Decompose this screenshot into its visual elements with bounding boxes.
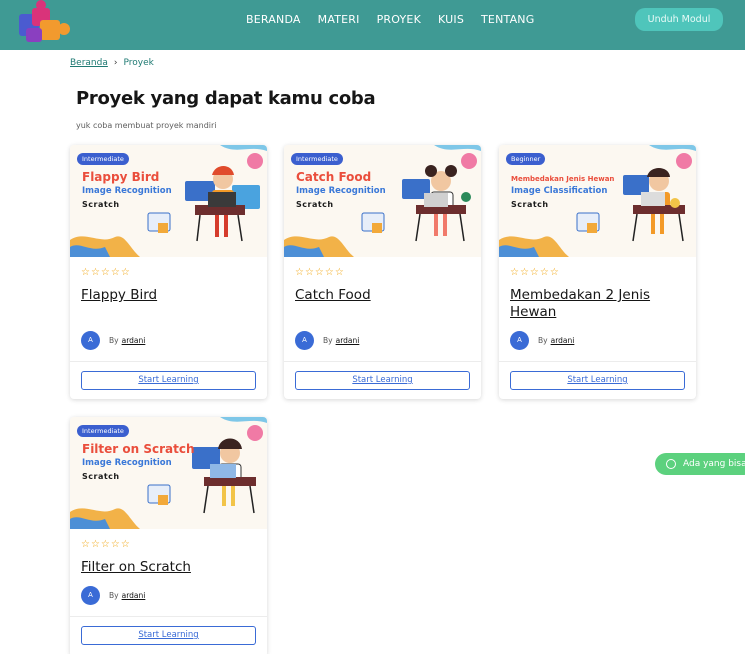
start-learning-button[interactable]: Start Learning: [81, 371, 256, 390]
page-subtitle: yuk coba membuat proyek mandiri: [76, 121, 217, 130]
star-rating[interactable]: ☆☆☆☆☆: [295, 267, 345, 278]
top-navbar: BERANDA MATERI PROYEK KUIS TENTANG Unduh…: [0, 0, 745, 50]
thumbnail-subtitle: Image Classification: [511, 186, 608, 196]
author-link[interactable]: ardani: [122, 591, 146, 600]
by-label: By: [109, 336, 119, 345]
nav-materi[interactable]: MATERI: [318, 13, 360, 26]
level-badge: Beginner: [506, 153, 546, 165]
avatar: A: [295, 331, 314, 350]
author-row: A By ardani: [81, 586, 145, 605]
star-rating[interactable]: ☆☆☆☆☆: [81, 539, 131, 550]
thumbnail-title: Catch Food: [296, 170, 372, 184]
star-rating[interactable]: ☆☆☆☆☆: [510, 267, 560, 278]
start-learning-button[interactable]: Start Learning: [510, 371, 685, 390]
whatsapp-chat-label: Ada yang bisa: [683, 459, 745, 469]
author-row: A By ardani: [510, 331, 574, 350]
avatar: A: [81, 331, 100, 350]
thumbnail-subtitle: Image Recognition: [82, 458, 172, 468]
chevron-right-icon: ›: [113, 58, 118, 68]
thumbnail-subtitle: Image Recognition: [82, 186, 172, 196]
card-title-link[interactable]: Membedakan 2 Jenis Hewan: [510, 287, 685, 321]
author-link[interactable]: ardani: [336, 336, 360, 345]
card-title-link[interactable]: Flappy Bird: [81, 287, 256, 304]
download-module-button[interactable]: Unduh Modul: [635, 8, 723, 31]
nav-beranda[interactable]: BERANDA: [246, 13, 301, 26]
project-thumbnail[interactable]: Beginner Membedakan Jenis Hewan Image Cl…: [499, 145, 696, 257]
level-badge: Intermediate: [77, 153, 129, 165]
card-title-link[interactable]: Catch Food: [295, 287, 470, 304]
card-divider: [284, 361, 481, 362]
author-link[interactable]: ardani: [551, 336, 575, 345]
author-link[interactable]: ardani: [122, 336, 146, 345]
thumbnail-title: Filter on Scratch: [82, 442, 195, 456]
card-divider: [70, 616, 267, 617]
project-card-catch-food: Intermediate Catch Food Image Recognitio…: [284, 145, 481, 399]
star-rating[interactable]: ☆☆☆☆☆: [81, 267, 131, 278]
level-badge: Intermediate: [291, 153, 343, 165]
puzzle-logo[interactable]: [14, 0, 72, 44]
thumbnail-title: Membedakan Jenis Hewan: [511, 175, 615, 183]
avatar: A: [81, 586, 100, 605]
breadcrumb: Beranda › Proyek: [70, 58, 154, 68]
whatsapp-icon: [666, 459, 676, 469]
author-row: A By ardani: [81, 331, 145, 350]
author-row: A By ardani: [295, 331, 359, 350]
project-thumbnail[interactable]: Intermediate Catch Food Image Recognitio…: [284, 145, 481, 257]
thumbnail-tool: Scratch: [82, 472, 120, 481]
by-label: By: [538, 336, 548, 345]
breadcrumb-home-link[interactable]: Beranda: [70, 58, 108, 68]
avatar: A: [510, 331, 529, 350]
thumbnail-tool: Scratch: [296, 200, 334, 209]
start-learning-button[interactable]: Start Learning: [295, 371, 470, 390]
project-card-filter-on-scratch: Intermediate Filter on Scratch Image Rec…: [70, 417, 267, 654]
page-title: Proyek yang dapat kamu coba: [76, 88, 376, 109]
nav-tentang[interactable]: TENTANG: [481, 13, 534, 26]
nav-kuis[interactable]: KUIS: [438, 13, 464, 26]
project-thumbnail[interactable]: Intermediate Flappy Bird Image Recogniti…: [70, 145, 267, 257]
nav-proyek[interactable]: PROYEK: [377, 13, 421, 26]
thumbnail-subtitle: Image Recognition: [296, 186, 386, 196]
card-title-link[interactable]: Filter on Scratch: [81, 559, 256, 576]
card-divider: [70, 361, 267, 362]
project-card-flappy-bird: Intermediate Flappy Bird Image Recogniti…: [70, 145, 267, 399]
project-card-membedakan-hewan: Beginner Membedakan Jenis Hewan Image Cl…: [499, 145, 696, 399]
level-badge: Intermediate: [77, 425, 129, 437]
start-learning-button[interactable]: Start Learning: [81, 626, 256, 645]
project-thumbnail[interactable]: Intermediate Filter on Scratch Image Rec…: [70, 417, 267, 529]
card-divider: [499, 361, 696, 362]
by-label: By: [323, 336, 333, 345]
thumbnail-tool: Scratch: [82, 200, 120, 209]
by-label: By: [109, 591, 119, 600]
breadcrumb-current: Proyek: [123, 58, 154, 68]
whatsapp-chat-button[interactable]: Ada yang bisa: [655, 453, 745, 475]
main-nav: BERANDA MATERI PROYEK KUIS TENTANG: [246, 13, 551, 26]
thumbnail-tool: Scratch: [511, 200, 549, 209]
thumbnail-title: Flappy Bird: [82, 170, 160, 184]
